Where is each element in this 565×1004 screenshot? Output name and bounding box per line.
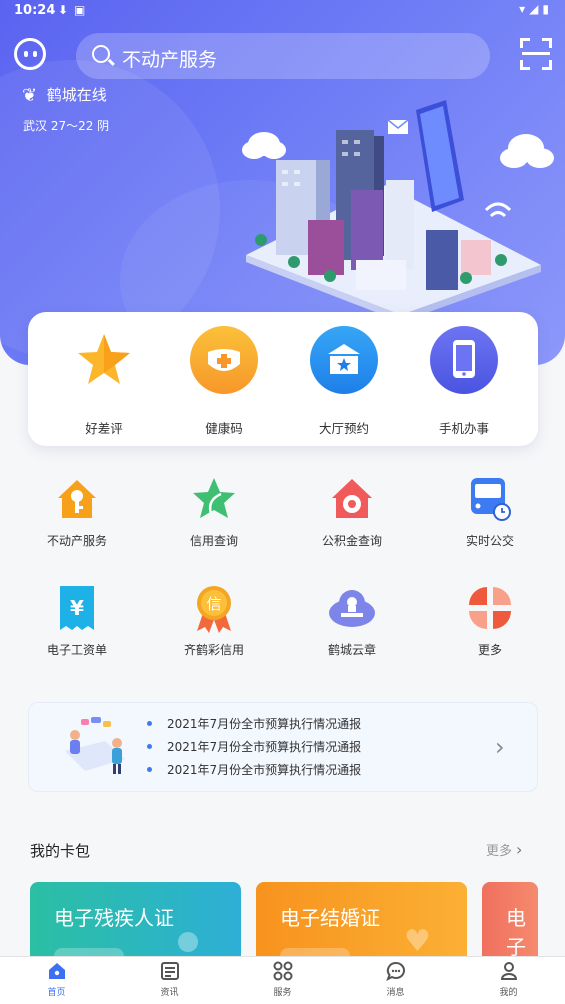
service-qihe-credit[interactable]: 信 齐鹤彩信用	[154, 583, 274, 658]
service-label: 更多	[477, 643, 502, 657]
tab-label: 消息	[386, 988, 405, 998]
notice-item[interactable]: 2021年7月份全市预算执行情况通报	[147, 738, 361, 761]
user-icon	[499, 961, 519, 981]
tab-news[interactable]: 资讯	[113, 961, 226, 998]
service-label: 实时公交	[465, 534, 514, 548]
notice-panel[interactable]: 2021年7月份全市预算执行情况通报 2021年7月份全市预算执行情况通报 20…	[28, 702, 538, 792]
chevron-right-icon[interactable]: ›	[495, 733, 505, 761]
scan-icon[interactable]	[520, 38, 552, 70]
card-marriage[interactable]: 电子结婚证 ♥	[256, 882, 467, 962]
svg-text:¥: ¥	[70, 596, 84, 620]
service-label: 公积金查询	[321, 534, 382, 548]
phone-icon	[430, 326, 498, 394]
notice-illustration	[65, 717, 125, 774]
chevron-right-icon: ›	[516, 840, 523, 859]
card-title: 电子结婚证	[280, 906, 380, 930]
card-title: 电子残疾人证	[54, 906, 174, 930]
download-icon: ⬇▣	[58, 3, 92, 17]
quick-action-label: 手机办事	[438, 421, 489, 436]
chat-icon[interactable]	[14, 38, 46, 70]
quick-action-label: 大厅预约	[318, 421, 369, 436]
wallet-title: 我的卡包	[30, 842, 91, 860]
tab-profile[interactable]: 我的	[452, 961, 565, 998]
tab-label: 首页	[47, 988, 66, 998]
service-realtime-bus[interactable]: 实时公交	[430, 474, 550, 549]
service-more[interactable]: 更多	[430, 583, 550, 658]
tab-label: 我的	[499, 988, 518, 998]
tab-label: 服务	[273, 988, 292, 998]
crane-logo-icon: ❦	[22, 85, 38, 106]
salary-receipt-icon: ¥	[52, 583, 102, 633]
credit-medal-icon: 信	[189, 583, 239, 633]
wallet-more-label: 更多	[486, 844, 513, 859]
search-input[interactable]: 不动产服务	[76, 33, 490, 79]
service-credit-query[interactable]: 信用查询	[154, 474, 274, 549]
tab-messages[interactable]: 消息	[339, 961, 452, 998]
svg-text:信: 信	[206, 595, 221, 613]
signal-battery-icon: ▾◢▮	[519, 2, 553, 16]
service-label: 信用查询	[189, 534, 238, 548]
hall-icon	[310, 326, 378, 394]
card-disability[interactable]: 电子残疾人证	[30, 882, 241, 962]
quick-action-label: 好差评	[85, 421, 123, 436]
card-title: 电子	[506, 906, 526, 959]
service-housing-fund[interactable]: 公积金查询	[292, 474, 412, 549]
tab-label: 资讯	[160, 988, 179, 998]
service-real-estate[interactable]: 不动产服务	[17, 474, 137, 549]
quick-actions-card: 好差评 健康码 大厅预约 手机办事	[28, 312, 538, 446]
notice-item[interactable]: 2021年7月份全市预算执行情况通报	[147, 761, 361, 784]
more-grid-icon	[465, 583, 515, 633]
quick-action-mobile-service[interactable]: 手机办事	[404, 326, 524, 437]
tab-services[interactable]: 服务	[226, 961, 339, 998]
card-third[interactable]: 电子	[482, 882, 538, 962]
home-icon	[47, 961, 67, 981]
message-icon	[385, 961, 406, 982]
quick-action-hall-booking[interactable]: 大厅预约	[284, 326, 404, 437]
grid-icon	[273, 961, 293, 981]
quick-action-health-code[interactable]: 健康码	[164, 326, 284, 437]
news-icon	[160, 961, 180, 981]
notice-list: 2021年7月份全市预算执行情况通报 2021年7月份全市预算执行情况通报 20…	[147, 715, 361, 784]
bottom-tab-bar: 首页 资讯 服务 消息 我的	[0, 956, 565, 1004]
cloud-seal-icon	[327, 583, 377, 633]
green-star-icon	[189, 474, 239, 524]
wallet-more-link[interactable]: 更多 ›	[486, 840, 522, 859]
quick-action-review[interactable]: 好差评	[44, 326, 164, 437]
star-icon	[70, 326, 138, 394]
quick-action-label: 健康码	[205, 421, 243, 436]
tab-home[interactable]: 首页	[0, 961, 113, 998]
service-label: 鹤城云章	[327, 643, 376, 657]
search-placeholder: 不动产服务	[122, 49, 218, 71]
service-e-payslip[interactable]: ¥ 电子工资单	[17, 583, 137, 658]
bus-icon	[465, 474, 515, 524]
status-time: 10:24	[14, 3, 56, 18]
brand: ❦ 鹤城在线	[22, 84, 107, 106]
house-key-icon	[52, 474, 102, 524]
search-icon	[92, 45, 110, 63]
city-illustration	[242, 100, 554, 320]
weather-text: 武汉 27～22 阴	[23, 119, 110, 133]
mask-icon	[190, 326, 258, 394]
house-coin-icon	[327, 474, 377, 524]
service-cloud-seal[interactable]: 鹤城云章	[292, 583, 412, 658]
status-bar: 10:24 ⬇▣ ▾◢▮	[0, 0, 565, 24]
service-label: 不动产服务	[46, 534, 107, 548]
service-label: 电子工资单	[46, 643, 107, 657]
notice-item[interactable]: 2021年7月份全市预算执行情况通报	[147, 715, 361, 738]
service-label: 齐鹤彩信用	[183, 643, 244, 657]
brand-name: 鹤城在线	[46, 86, 107, 104]
